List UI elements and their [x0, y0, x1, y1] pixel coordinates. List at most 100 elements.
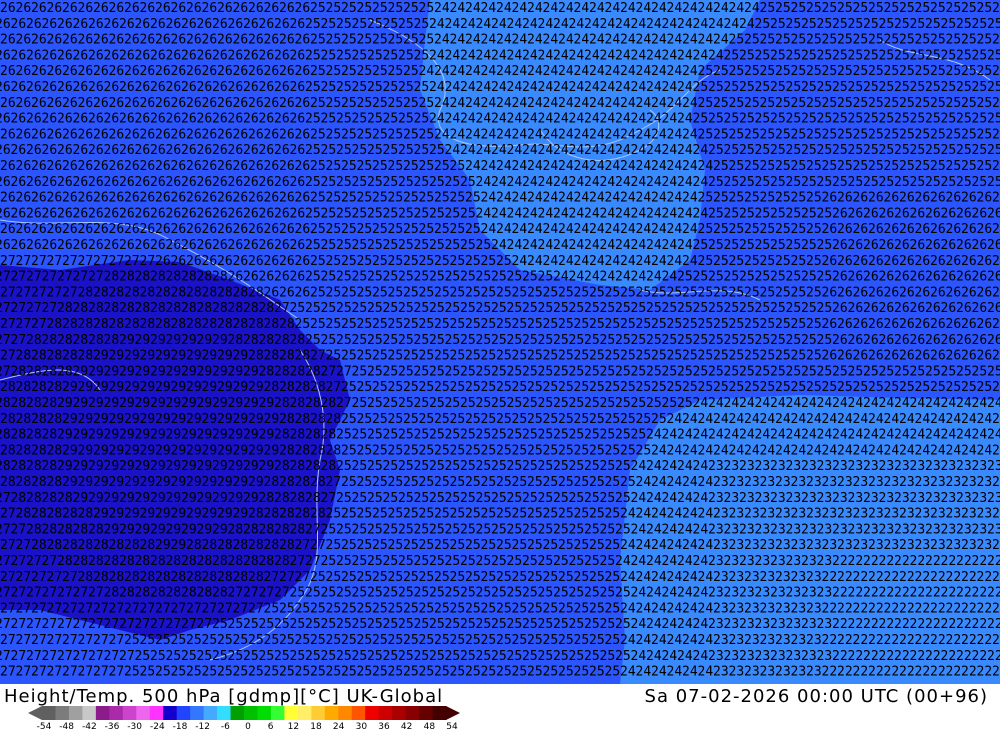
- temperature-label: 25: [476, 301, 492, 316]
- temperature-label: 27: [150, 617, 166, 632]
- temperature-label: 28: [290, 459, 306, 474]
- temperature-label: 29: [73, 491, 89, 506]
- temperature-label: 25: [853, 159, 869, 174]
- temperature-label: 25: [403, 443, 419, 458]
- temperature-label: 25: [760, 96, 776, 111]
- temperature-label: 25: [352, 491, 368, 506]
- temperature-label: 24: [636, 507, 652, 522]
- temperature-label: 28: [119, 301, 135, 316]
- temperature-label: 29: [166, 459, 182, 474]
- temperature-label: 26: [197, 48, 213, 63]
- temperature-label: 27: [62, 254, 78, 269]
- temperature-label: 24: [956, 396, 972, 411]
- temperature-label: 25: [698, 96, 714, 111]
- temperature-label: 25: [341, 349, 357, 364]
- temperature-label: 28: [93, 570, 109, 585]
- temperature-label: 29: [88, 491, 104, 506]
- temperature-label: 26: [31, 96, 47, 111]
- temperature-label: 23: [915, 475, 931, 490]
- weather-map[interactable]: 26 26 26 26 26 26 26 26 26 26 26 26 26 26 26 26 26 26 26 26…: [0, 0, 1000, 684]
- temperature-label: 25: [651, 412, 667, 427]
- temperature-label: 28: [259, 364, 275, 379]
- temperature-label: 25: [388, 317, 404, 332]
- temperature-label: 24: [569, 175, 585, 190]
- temperature-label: 26: [279, 159, 295, 174]
- temperature-label: 22: [822, 570, 838, 585]
- temperature-label: 23: [863, 522, 879, 537]
- temperature-label: 26: [930, 254, 946, 269]
- temperature-label: 25: [274, 649, 290, 664]
- temperature-label: 26: [109, 33, 125, 48]
- temperature-label: 25: [388, 127, 404, 142]
- temperature-label: 25: [863, 175, 879, 190]
- temperature-label: 24: [636, 33, 652, 48]
- temperature-label: 25: [589, 317, 605, 332]
- temperature-label: 27: [42, 586, 58, 601]
- temperature-label: 25: [605, 349, 621, 364]
- temperature-label: 25: [372, 254, 388, 269]
- temperature-label: 28: [57, 301, 73, 316]
- temperature-label: 28: [197, 586, 213, 601]
- temperature-label: 24: [698, 633, 714, 648]
- temperature-label: 26: [140, 1, 156, 16]
- temperature-label: 23: [848, 522, 864, 537]
- temperature-label: 28: [57, 554, 73, 569]
- temperature-label: 25: [326, 159, 342, 174]
- temperature-label: 25: [341, 64, 357, 79]
- temperature-label: 24: [620, 191, 636, 206]
- temperature-label: 24: [429, 80, 445, 95]
- temperature-label: 25: [326, 1, 342, 16]
- temperature-label: 26: [264, 191, 280, 206]
- temperature-label: 25: [636, 380, 652, 395]
- temperature-label: 25: [884, 96, 900, 111]
- temperature-label: 23: [992, 538, 1000, 553]
- temperature-label: 25: [476, 617, 492, 632]
- temperature-label: 22: [941, 586, 957, 601]
- temperature-label: 26: [956, 301, 972, 316]
- temperature-label: 29: [62, 412, 78, 427]
- temperature-label: 25: [600, 301, 616, 316]
- temperature-label: 25: [729, 349, 745, 364]
- temperature-label: 29: [166, 428, 182, 443]
- temperature-label: 25: [279, 633, 295, 648]
- temperature-label: 25: [806, 254, 822, 269]
- temperature-label: 26: [202, 127, 218, 142]
- temperature-label: 25: [419, 475, 435, 490]
- temperature-label: 25: [775, 96, 791, 111]
- temperature-label: 24: [646, 17, 662, 32]
- temperature-label: 26: [150, 238, 166, 253]
- temperature-label: 23: [755, 554, 771, 569]
- temperature-label: 29: [73, 364, 89, 379]
- temperature-label: 25: [863, 80, 879, 95]
- temperature-label: 25: [522, 301, 538, 316]
- temperature-label: 25: [460, 491, 476, 506]
- temperature-label: 25: [388, 191, 404, 206]
- temperature-label: 26: [73, 175, 89, 190]
- temperature-label: 24: [527, 33, 543, 48]
- temperature-label: 29: [181, 522, 197, 537]
- temperature-label: 27: [0, 570, 16, 585]
- temperature-label: 22: [977, 570, 993, 585]
- temperature-label: 29: [197, 522, 213, 537]
- legend-tick-label: 30: [355, 722, 368, 732]
- temperature-label: 26: [233, 222, 249, 237]
- temperature-label: 29: [104, 491, 120, 506]
- temperature-label: 26: [181, 143, 197, 158]
- temperature-label: 23: [775, 475, 791, 490]
- temperature-label: 23: [713, 665, 729, 680]
- temperature-label: 24: [662, 270, 678, 285]
- temperature-label: 25: [460, 428, 476, 443]
- temperature-label: 22: [925, 586, 941, 601]
- temperature-label: 24: [915, 443, 931, 458]
- temperature-label: 25: [605, 507, 621, 522]
- temperature-label: 25: [977, 1, 993, 16]
- temperature-label: 26: [93, 127, 109, 142]
- temperature-label: 25: [553, 586, 569, 601]
- legend-color-cell: [324, 706, 339, 720]
- temperature-label: 24: [775, 443, 791, 458]
- temperature-label: 25: [822, 64, 838, 79]
- temperature-label: 25: [925, 80, 941, 95]
- temperature-label: 26: [987, 238, 1000, 253]
- temperature-label: 25: [383, 586, 399, 601]
- temperature-label: 25: [651, 285, 667, 300]
